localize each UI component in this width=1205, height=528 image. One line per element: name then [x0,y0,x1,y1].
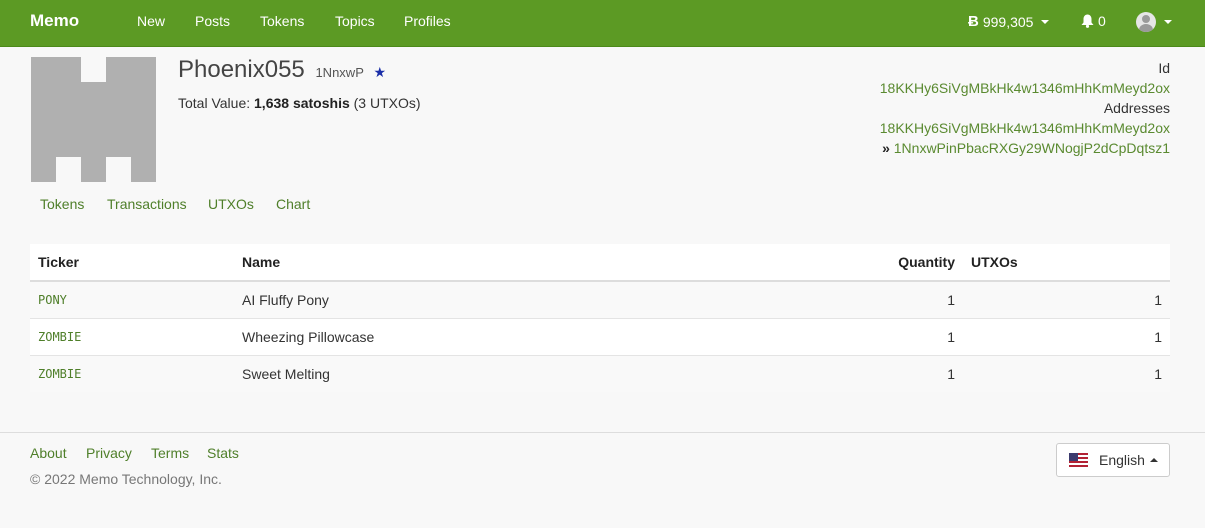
notifications-button[interactable]: 0 [1081,13,1106,29]
nav-tokens[interactable]: Tokens [260,13,304,29]
footer-about-link[interactable]: About [30,445,67,461]
balance-amount: 999,305 [982,13,1034,30]
tab-utxos[interactable]: UTXOs [208,196,254,212]
token-utxos: 1 [963,317,1170,355]
header-quantity: Quantity [834,244,963,282]
id-link[interactable]: 18KKHy6SiVgMBkHk4w1346mHhKmMeyd2ox [880,80,1170,96]
profile-picture [31,57,156,182]
balance-dropdown[interactable]: Ƀ 999,305 [968,13,1050,30]
id-label: Id [1158,60,1170,76]
tab-transactions[interactable]: Transactions [107,196,187,212]
footer-stats-link[interactable]: Stats [207,445,239,461]
token-quantity: 1 [834,354,963,392]
language-selector-button[interactable]: English [1056,443,1170,477]
address-link[interactable]: 18KKHy6SiVgMBkHk4w1346mHhKmMeyd2ox [880,120,1170,136]
footer-divider [0,432,1205,433]
user-avatar-icon [1136,12,1156,32]
id-addresses-block: Id 18KKHy6SiVgMBkHk4w1346mHhKmMeyd2ox Ad… [880,58,1170,158]
token-name: AI Fluffy Pony [234,281,834,318]
bitcoin-icon: Ƀ [968,13,979,30]
profile-name-heading: Phoenix055 1NnxwP ★ [178,56,386,84]
ticker-link[interactable]: ZOMBIE [38,367,81,381]
footer-privacy-link[interactable]: Privacy [86,445,132,461]
table-header-row: Ticker Name Quantity UTXOs [30,244,1170,282]
total-value-label: Total Value: [178,95,251,111]
top-navbar: Memo New Posts Tokens Topics Profiles Ƀ … [0,0,1205,47]
notification-count: 0 [1098,13,1106,29]
nav-new[interactable]: New [137,13,165,29]
token-name: Wheezing Pillowcase [234,317,834,355]
total-value: Total Value: 1,638 satoshis (3 UTXOs) [178,95,421,111]
tab-tokens[interactable]: Tokens [40,196,84,212]
star-icon: ★ [373,64,387,80]
total-value-utxos: (3 UTXOs) [353,95,421,111]
total-value-amount: 1,638 satoshis [254,95,350,111]
footer-terms-link[interactable]: Terms [151,445,189,461]
header-ticker: Ticker [30,244,234,282]
nav-topics[interactable]: Topics [335,13,375,29]
table-row: ZOMBIE Wheezing Pillowcase 1 1 [30,317,1170,355]
token-utxos: 1 [963,281,1170,318]
bell-icon [1081,14,1094,28]
nav-profiles[interactable]: Profiles [404,13,451,29]
ticker-link[interactable]: ZOMBIE [38,330,81,344]
us-flag-icon [1069,453,1088,467]
chevron-down-icon [1041,19,1050,24]
tokens-table: Ticker Name Quantity UTXOs PONY AI Fluff… [30,244,1170,392]
copyright-text: © 2022 Memo Technology, Inc. [30,471,222,487]
header-name: Name [234,244,834,282]
table-row: PONY AI Fluffy Pony 1 1 [30,281,1170,318]
language-label: English [1099,452,1145,468]
profile-short-address: 1NnxwP [315,65,364,80]
header-utxos: UTXOs [963,244,1170,282]
address-link-current[interactable]: 1NnxwPinPbacRXGy29WNogjP2dCpDqtsz1 [894,140,1170,156]
table-row: ZOMBIE Sweet Melting 1 1 [30,354,1170,392]
profile-name: Phoenix055 [178,56,305,83]
tab-chart[interactable]: Chart [276,196,310,212]
token-quantity: 1 [834,281,963,318]
addresses-label: Addresses [1103,100,1170,116]
token-utxos: 1 [963,354,1170,392]
token-name: Sweet Melting [234,354,834,392]
chevron-down-icon [1164,20,1172,24]
nav-posts[interactable]: Posts [195,13,230,29]
brand-logo[interactable]: Memo [30,11,79,31]
token-quantity: 1 [834,317,963,355]
current-address-marker: » [882,140,890,156]
user-menu-dropdown[interactable] [1136,12,1172,32]
ticker-link[interactable]: PONY [38,293,67,307]
chevron-up-icon [1149,458,1158,462]
